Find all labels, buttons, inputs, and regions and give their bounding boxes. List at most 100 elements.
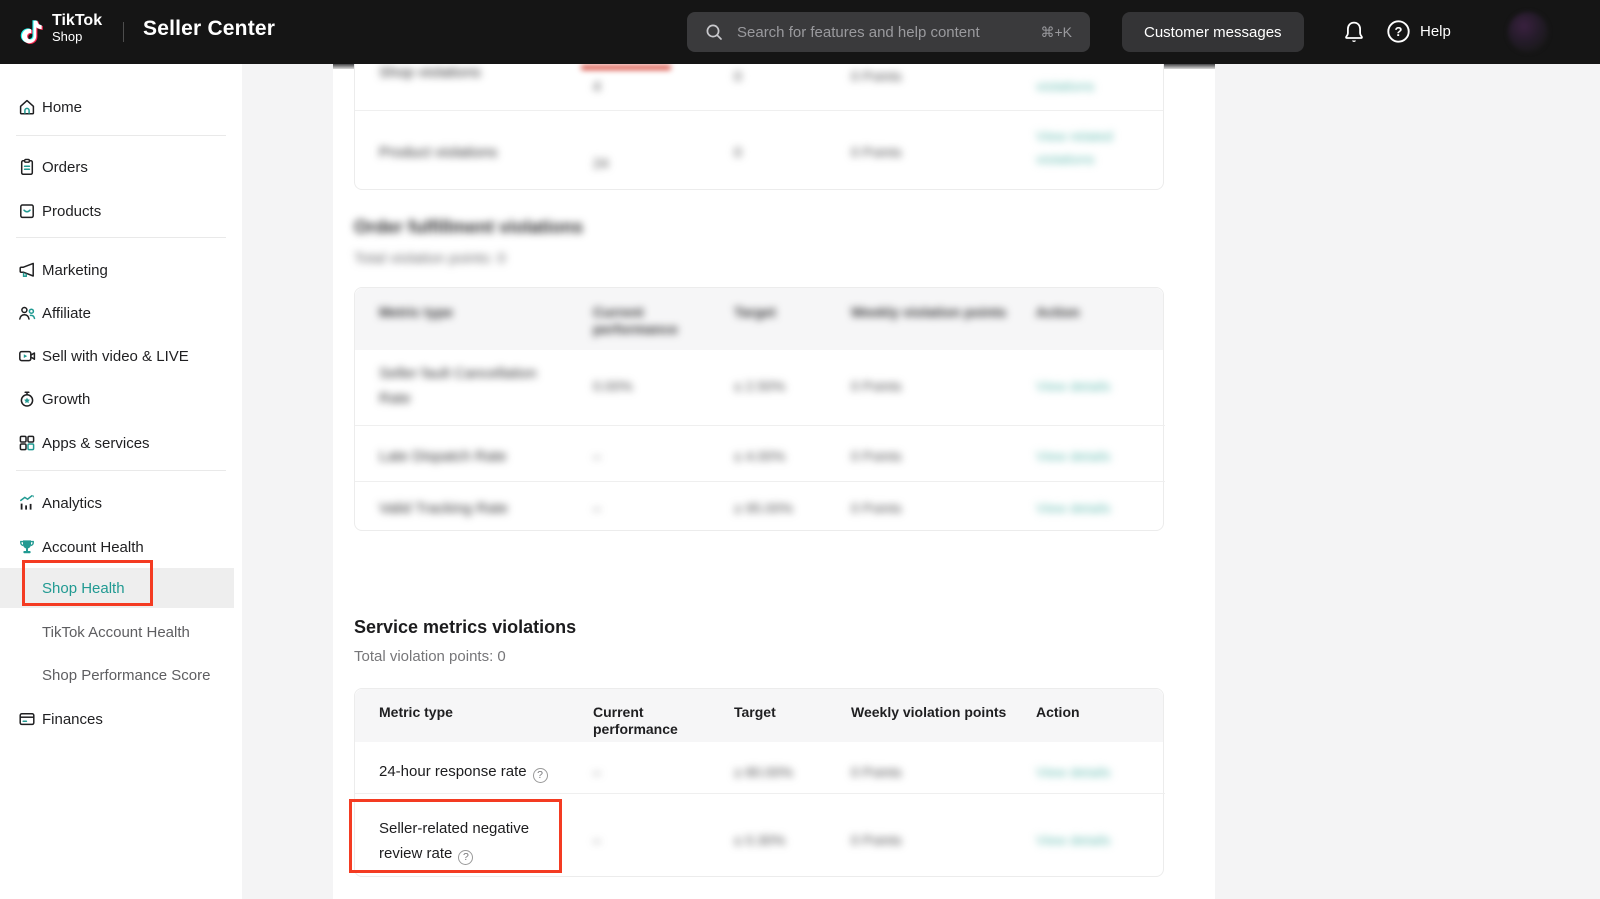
header-target: Target [734,304,776,321]
global-search[interactable]: ⌘+K [687,12,1090,52]
fulfillment-violations-table: Metric type Current performance Target W… [354,287,1164,531]
sidebar-divider [16,237,226,238]
affiliate-people-icon [17,303,37,323]
section-subtitle-fulfillment: Total violation points: 0 [354,250,506,267]
help-icon: ? [1386,19,1411,44]
table-cell-metric: Valid Tracking Rate [379,500,508,517]
brand-line1: TikTok [52,12,102,30]
sidebar-item-label: TikTok Account Health [42,624,190,641]
header-metric-type: Metric type [379,704,453,721]
view-details-link[interactable]: View details [1036,448,1110,464]
video-live-icon [17,346,37,366]
sidebar-item-label: Products [42,203,101,220]
header-action: Action [1036,304,1080,321]
view-related-violations-link[interactable]: View related violations [1036,128,1113,167]
table-cell-target: ≤ 0.30% [734,832,785,848]
sidebar-item-finances[interactable]: Finances [0,699,242,739]
brand-line2: Shop [52,30,102,45]
sidebar-item-shop-performance-score[interactable]: Shop Performance Score [0,655,242,695]
sidebar-item-orders[interactable]: Orders [0,147,242,187]
notifications-bell-icon[interactable] [1341,19,1367,45]
view-details-link[interactable]: View details [1036,500,1110,516]
header-line2: performance [593,721,703,738]
table-cell-target: ≤ 4.00% [734,448,785,464]
tiktok-logo-icon [18,15,48,49]
account-avatar[interactable] [1508,12,1548,52]
sidebar-item-tiktok-account-health[interactable]: TikTok Account Health [0,612,242,652]
apps-grid-icon [17,433,37,453]
customer-messages-button[interactable]: Customer messages [1122,12,1304,52]
sidebar-item-analytics[interactable]: Analytics [0,483,242,523]
header-current-performance: Current performance [593,304,678,338]
sidebar-item-products[interactable]: Products [0,191,242,231]
sidebar-item-label: Home [42,99,82,116]
growth-stopwatch-icon [17,389,37,409]
table-cell-metric: Seller fault Cancellation Rate [379,365,537,407]
table-cell-current: 0.00% [593,378,633,394]
products-icon [17,201,37,221]
view-details-link[interactable]: View details [1036,378,1110,394]
table-cell-points: 0 Points [851,764,902,780]
header-target: Target [734,704,776,721]
help-label: Help [1420,23,1451,40]
sidebar-item-label: Growth [42,391,90,408]
table-cell-metric: Product violations [379,144,497,161]
sidebar-nav: Home Orders Products Marketing Affiliate… [0,64,242,899]
header-weekly-violation-points: Weekly violation points [851,704,1006,721]
sidebar-item-label: Affiliate [42,305,91,322]
view-details-link[interactable]: View details [1036,832,1110,848]
table-cell-points: 0 Points [851,832,902,848]
search-input[interactable] [735,23,1040,42]
sidebar-item-home[interactable]: Home [0,87,242,127]
row-separator [355,793,1165,794]
header-line2: performance [593,321,678,338]
sidebar-item-label: Orders [42,159,88,176]
sidebar-item-label: Apps & services [42,435,150,452]
table-header-row: Metric type Current performance Target W… [355,689,1163,742]
sidebar-item-growth[interactable]: Growth [0,379,242,419]
table-cell-target: 0 [734,144,742,160]
table-cell-target: ≤ 2.50% [734,378,785,394]
table-cell-points: 0 Points [851,68,902,84]
sidebar-item-sell-with-video-live[interactable]: Sell with video & LIVE [0,336,242,376]
table-cell-current: – [593,500,601,516]
question-mark-icon[interactable]: ? [533,768,548,783]
marketing-megaphone-icon [17,260,37,280]
sidebar-item-label: Finances [42,711,103,728]
table-cell-points: 0 Points [851,144,902,160]
sidebar-item-affiliate[interactable]: Affiliate [0,293,242,333]
help-menu[interactable]: ? Help [1386,19,1451,44]
sidebar-item-apps-services[interactable]: Apps & services [0,423,242,463]
table-cell-points: 0 Points [851,500,902,516]
search-shortcut: ⌘+K [1040,24,1072,41]
link-line2: violations [1036,151,1113,167]
sidebar-item-marketing[interactable]: Marketing [0,250,242,290]
view-details-link[interactable]: View details [1036,764,1110,780]
sidebar-item-label: Marketing [42,262,108,279]
search-icon [705,23,723,41]
table-cell-current: 24 [593,155,609,171]
section-subtitle-service-metrics: Total violation points: 0 [354,648,506,665]
analytics-chart-icon [17,493,37,513]
table-header-row: Metric type Current performance Target W… [355,288,1163,350]
header-action: Action [1036,704,1080,721]
home-icon [17,97,37,117]
app-title: Seller Center [143,17,275,41]
metric-label: 24-hour response rate [379,763,527,780]
metric-line2: Rate [379,390,537,407]
finances-card-icon [17,709,37,729]
row-separator [355,425,1165,426]
table-cell-current: – [593,448,601,464]
table-cell-target: 0 [734,68,742,84]
orders-icon [17,157,37,177]
brand-wordmark[interactable]: TikTok Shop [52,12,102,45]
header-weekly-violation-points: Weekly violation points [851,304,1006,321]
annotation-box-seller-related-metric [349,799,562,873]
table-cell-current: 4 [593,78,601,94]
sidebar-item-label: Sell with video & LIVE [42,348,189,365]
view-violations-link[interactable]: violations [1036,78,1094,94]
red-flag-underline [581,65,671,70]
top-header: TikTok Shop Seller Center ⌘+K Customer m… [0,0,1600,64]
sidebar-item-label: Shop Performance Score [42,667,210,684]
header-metric-type: Metric type [379,304,453,321]
